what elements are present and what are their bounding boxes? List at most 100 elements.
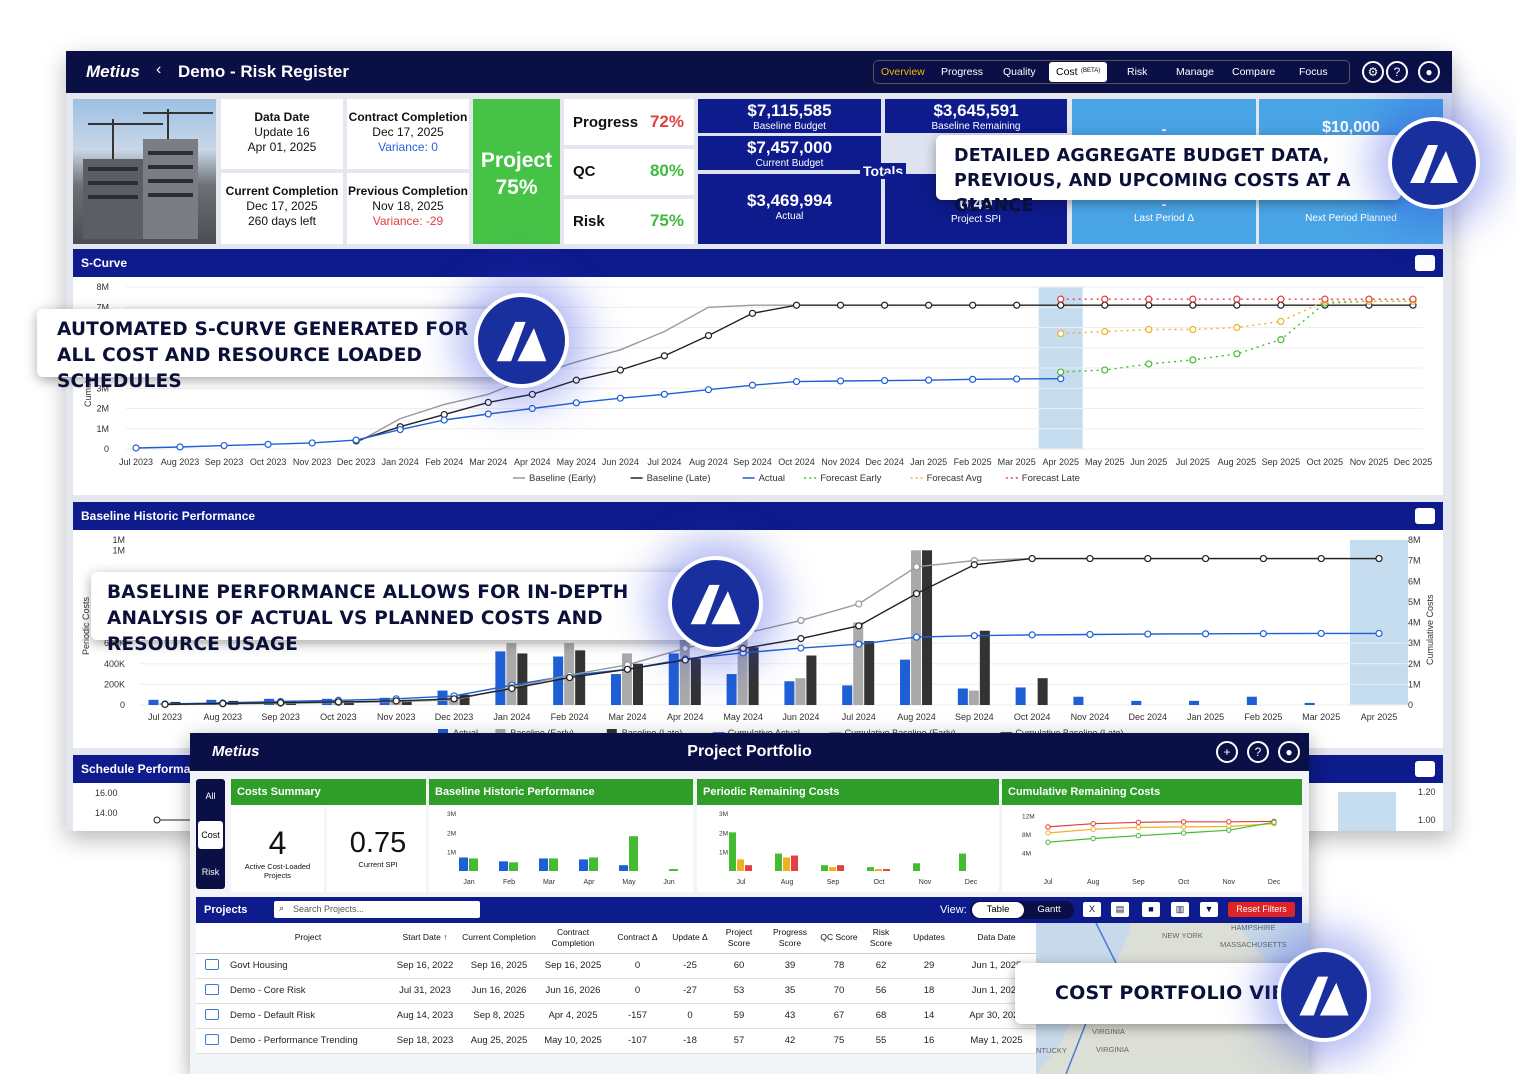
column-header-qc-score[interactable]: QC Score xyxy=(817,923,861,954)
bar xyxy=(1304,702,1315,705)
filter-icon[interactable]: ▼ xyxy=(1200,902,1218,917)
column-header-progress-score[interactable]: Progress Score xyxy=(763,923,817,954)
table-cell: Jun 16, 2026 xyxy=(536,978,610,1004)
tab-cost[interactable]: Cost (BETA) xyxy=(1049,62,1107,82)
user-icon[interactable]: ● xyxy=(1418,61,1440,83)
tab-overview[interactable]: Overview xyxy=(881,66,925,78)
table-row[interactable]: Demo - Performance Trending Sep 18, 2023 A… xyxy=(196,1028,1036,1054)
table-row[interactable]: Demo - Default Risk Aug 14, 2023 Sep 8, 20… xyxy=(196,1003,1036,1029)
table-row[interactable]: Demo - Core Risk Jul 31, 2023 Jun 16, 2026… xyxy=(196,978,1036,1004)
export-icon[interactable] xyxy=(1415,761,1435,777)
column-header-current-completion[interactable]: Current Completion xyxy=(462,923,536,954)
column-header-project[interactable]: Project xyxy=(228,923,388,954)
gear-icon[interactable]: ⚙ xyxy=(1362,61,1384,83)
data-point xyxy=(264,440,272,448)
page-title: Demo - Risk Register xyxy=(178,62,349,81)
tab-focus[interactable]: Focus xyxy=(1299,66,1328,78)
table-cell: 14 xyxy=(901,1003,957,1029)
side-tab-cost[interactable]: Cost xyxy=(198,821,223,849)
column-header-update-delta[interactable]: Update Δ xyxy=(665,923,715,954)
data-point xyxy=(855,622,863,630)
side-tab-risk[interactable]: Risk xyxy=(198,867,223,877)
schedule-highlight xyxy=(1338,792,1396,831)
bar xyxy=(629,836,638,871)
reset-filters-button[interactable]: Reset Filters xyxy=(1228,902,1295,917)
columns-icon[interactable]: ▤ xyxy=(1111,902,1129,917)
user-icon[interactable]: ● xyxy=(1278,741,1300,763)
bookmark-icon[interactable]: ■ xyxy=(1142,902,1160,917)
periodic-remaining-panel: Periodic Remaining Costs 1M 2M 3M Jul Aug Sep… xyxy=(697,779,999,892)
column-header-risk-score[interactable]: Risk Score xyxy=(861,923,901,954)
qc-value: 80% xyxy=(649,161,684,180)
back-chevron-icon[interactable]: ‹ xyxy=(156,61,161,79)
data-point xyxy=(880,376,889,385)
data-point xyxy=(1271,819,1277,825)
y-tick-label: 4M xyxy=(1022,850,1031,857)
bar-chart-icon[interactable]: ▥ xyxy=(1171,902,1189,917)
callout-budget: Detailed aggregate budget data, previous… xyxy=(936,135,1401,216)
view-gantt-button[interactable]: Gantt xyxy=(1024,902,1074,918)
table-row[interactable]: Govt Housing Sep 16, 2022 Sep 16, 2025 Sep … xyxy=(196,953,1036,979)
side-tab-all[interactable]: All xyxy=(198,791,223,801)
data-point xyxy=(1145,295,1153,303)
y-right-tick-label: 4M xyxy=(1408,618,1421,628)
x-tick-label: Apr xyxy=(584,879,596,886)
x-tick-label: Jan 2025 xyxy=(910,457,947,467)
x-tick-label: Sep 2024 xyxy=(733,457,772,467)
excel-export-icon[interactable]: X xyxy=(1083,902,1101,917)
data-point xyxy=(704,386,713,394)
data-point xyxy=(176,443,184,451)
current-budget-label: Current Budget xyxy=(755,158,824,169)
tab-quality[interactable]: Quality xyxy=(1003,66,1036,78)
mini-baseline-header: Baseline Historic Performance xyxy=(429,779,693,805)
search-icon: ⌕ xyxy=(279,903,285,913)
cumulative-remaining-header: Cumulative Remaining Costs xyxy=(1002,779,1302,805)
column-header-contract-delta[interactable]: Contract Δ xyxy=(610,923,665,954)
map-label: NTUCKY xyxy=(1036,1046,1067,1055)
data-point xyxy=(1180,824,1187,830)
x-tick-label: Sep xyxy=(1132,879,1145,886)
add-icon[interactable]: + xyxy=(1216,741,1238,763)
project-name-cell[interactable]: Demo - Default Risk xyxy=(228,1003,388,1029)
column-header-contract-completion[interactable]: Contract Completion xyxy=(536,923,610,954)
bar xyxy=(745,865,752,871)
schedule-performance-title: Schedule Performan xyxy=(81,762,198,776)
help-icon[interactable]: ? xyxy=(1386,61,1408,83)
column-header-data-date[interactable]: Data Date xyxy=(957,923,1036,954)
qc-score-card: QC 80% xyxy=(564,149,694,195)
project-name-cell[interactable]: Govt Housing xyxy=(228,953,388,979)
bar xyxy=(922,550,933,705)
search-input[interactable]: ⌕ Search Projects... xyxy=(274,901,480,918)
x-tick-label: Jun 2024 xyxy=(782,712,819,722)
data-point xyxy=(797,634,805,643)
help-icon[interactable]: ? xyxy=(1247,741,1269,763)
current-completion-label: Current Completion xyxy=(225,184,339,198)
column-header-start-date[interactable]: Start Date ↑ xyxy=(388,923,462,954)
view-table-button[interactable]: Table xyxy=(972,902,1024,918)
data-point xyxy=(1101,295,1109,303)
data-point xyxy=(392,697,400,705)
x-tick-label: Jan xyxy=(463,879,474,886)
project-name-cell[interactable]: Demo - Core Risk xyxy=(228,978,388,1004)
x-tick-label: May 2024 xyxy=(557,457,597,467)
x-tick-label: Jul 2023 xyxy=(148,712,182,722)
export-icon[interactable] xyxy=(1415,255,1435,271)
data-point xyxy=(912,563,921,571)
data-point xyxy=(1233,350,1241,358)
column-header-project-score[interactable]: Project Score xyxy=(715,923,763,954)
x-tick-label: Aug 2025 xyxy=(1218,457,1257,467)
bar xyxy=(579,859,588,871)
export-icon[interactable] xyxy=(1415,508,1435,524)
tab-risk[interactable]: Risk xyxy=(1127,66,1147,78)
project-name-cell[interactable]: Demo - Performance Trending xyxy=(228,1028,388,1054)
tab-compare[interactable]: Compare xyxy=(1232,66,1275,78)
column-header-updates[interactable]: Updates xyxy=(901,923,957,954)
x-tick-label: Jan 2024 xyxy=(382,457,419,467)
tab-manage[interactable]: Manage xyxy=(1176,66,1214,78)
x-tick-label: Aug 2024 xyxy=(897,712,936,722)
tab-progress[interactable]: Progress xyxy=(941,66,983,78)
bar xyxy=(1037,678,1048,705)
baseline-remaining-card: $3,645,591 Baseline Remaining xyxy=(885,99,1067,133)
schedule-right-tick: 1.00 xyxy=(1418,815,1436,825)
metius-logo[interactable]: Metius xyxy=(86,62,140,82)
